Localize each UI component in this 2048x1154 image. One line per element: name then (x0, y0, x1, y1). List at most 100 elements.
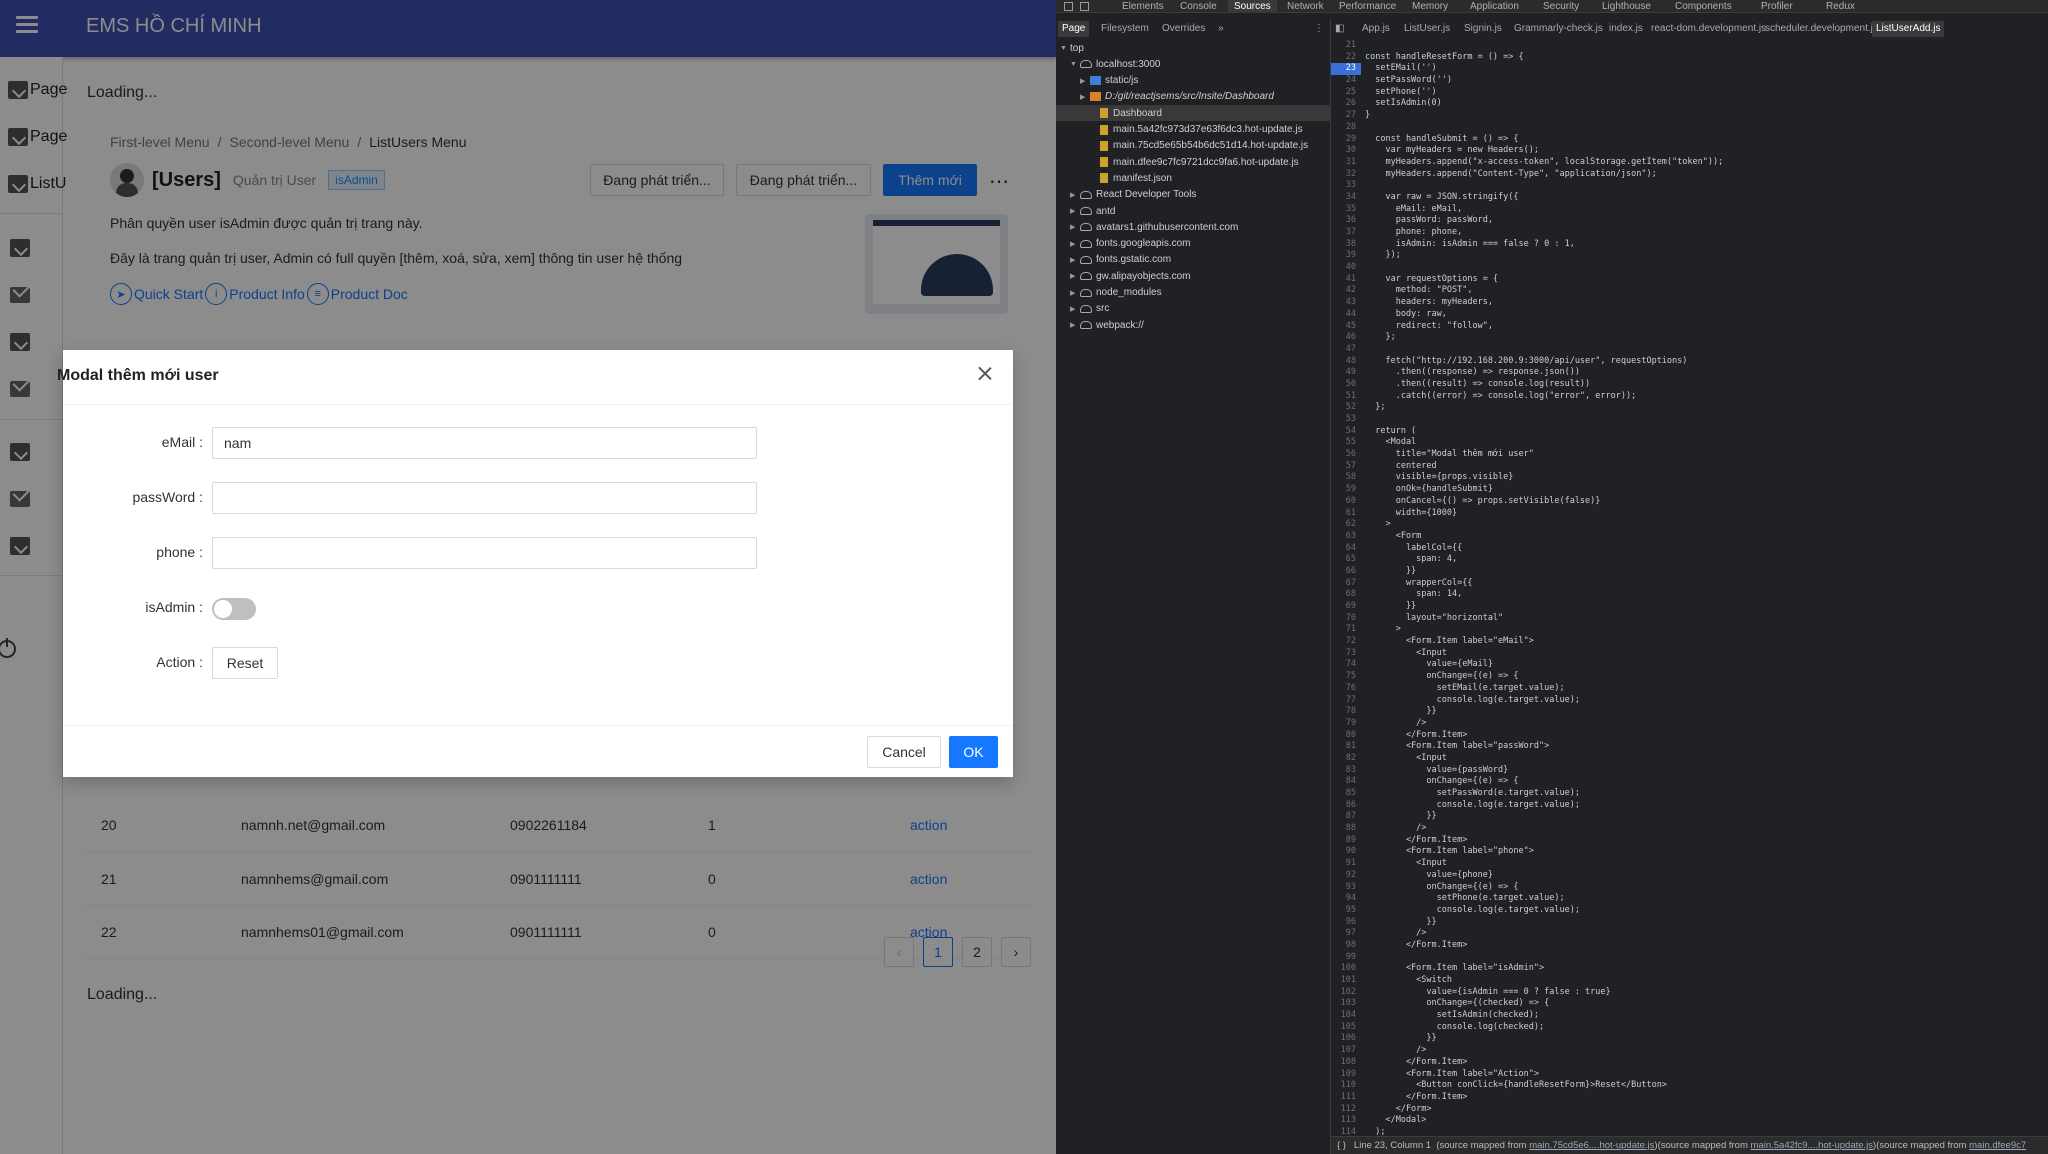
line-number[interactable]: 31 (1331, 157, 1361, 169)
reset-button[interactable]: Reset (212, 647, 278, 679)
nav-tab-page[interactable]: Page (1058, 21, 1090, 37)
line-number[interactable]: 62 (1331, 519, 1361, 531)
password-field[interactable] (212, 482, 757, 514)
cancel-button[interactable]: Cancel (867, 736, 941, 768)
line-number[interactable]: 45 (1331, 321, 1361, 333)
more-tabs-icon[interactable]: » (1218, 21, 1224, 37)
line-number[interactable]: 92 (1331, 870, 1361, 882)
tree-node[interactable]: ▶ gw.alipayobjects.com (1056, 268, 1331, 284)
line-number[interactable]: 68 (1331, 589, 1361, 601)
line-number[interactable]: 76 (1331, 683, 1361, 695)
tree-node[interactable]: ▼ top (1056, 40, 1331, 56)
line-number[interactable]: 91 (1331, 858, 1361, 870)
line-number[interactable]: 48 (1331, 356, 1361, 368)
file-tab[interactable]: Grammarly-check.js (1514, 21, 1603, 37)
nav-tab-filesystem[interactable]: Filesystem (1101, 21, 1149, 37)
line-number[interactable]: 51 (1331, 391, 1361, 403)
file-tab[interactable]: App.js (1362, 21, 1390, 37)
line-number[interactable]: 80 (1331, 730, 1361, 742)
line-number[interactable]: 72 (1331, 636, 1361, 648)
line-number[interactable]: 32 (1331, 169, 1361, 181)
line-number[interactable]: 98 (1331, 940, 1361, 952)
line-number[interactable]: 84 (1331, 776, 1361, 788)
devtools-tab-sources[interactable]: Sources (1228, 0, 1277, 13)
tree-node[interactable]: ▶ antd (1056, 203, 1331, 219)
tree-node[interactable]: Dashboard (1056, 105, 1331, 122)
devtools-tab-lighthouse[interactable]: Lighthouse (1602, 0, 1651, 13)
line-number[interactable]: 46 (1331, 332, 1361, 344)
line-number[interactable]: 65 (1331, 554, 1361, 566)
line-number[interactable]: 59 (1331, 484, 1361, 496)
line-number[interactable]: 58 (1331, 472, 1361, 484)
line-number[interactable]: 53 (1331, 414, 1361, 426)
line-number[interactable]: 81 (1331, 741, 1361, 753)
tree-node[interactable]: ▶ src (1056, 301, 1331, 317)
line-number[interactable]: 30 (1331, 145, 1361, 157)
devtools-tab-elements[interactable]: Elements (1122, 0, 1164, 13)
line-number[interactable]: 83 (1331, 765, 1361, 777)
line-number[interactable]: 40 (1331, 262, 1361, 274)
line-number[interactable]: 47 (1331, 344, 1361, 356)
file-tab[interactable]: ListUser.js (1404, 21, 1450, 37)
line-number[interactable]: 67 (1331, 578, 1361, 590)
tree-node[interactable]: manifest.json (1056, 170, 1331, 186)
line-number[interactable]: 93 (1331, 882, 1361, 894)
line-number[interactable]: 23 (1331, 63, 1361, 76)
line-number[interactable]: 52 (1331, 402, 1361, 414)
tree-node[interactable]: ▼ localhost:3000 (1056, 56, 1331, 72)
line-number[interactable]: 66 (1331, 566, 1361, 578)
line-number[interactable]: 103 (1331, 998, 1361, 1010)
line-number[interactable]: 61 (1331, 508, 1361, 520)
line-number[interactable]: 71 (1331, 624, 1361, 636)
line-number[interactable]: 50 (1331, 379, 1361, 391)
line-number[interactable]: 79 (1331, 718, 1361, 730)
line-number[interactable]: 85 (1331, 788, 1361, 800)
line-number[interactable]: 22 (1331, 52, 1361, 64)
tree-node[interactable]: ▶ fonts.googleapis.com (1056, 236, 1331, 252)
line-number[interactable]: 78 (1331, 706, 1361, 718)
devtools-tab-performance[interactable]: Performance (1339, 0, 1396, 13)
line-number[interactable]: 113 (1331, 1115, 1361, 1127)
line-number[interactable]: 55 (1331, 437, 1361, 449)
tree-node[interactable]: ▶ node_modules (1056, 285, 1331, 301)
line-number[interactable]: 73 (1331, 648, 1361, 660)
line-number[interactable]: 77 (1331, 695, 1361, 707)
line-number[interactable]: 33 (1331, 180, 1361, 192)
isadmin-switch[interactable] (212, 598, 256, 620)
line-number[interactable]: 75 (1331, 671, 1361, 683)
line-number[interactable]: 109 (1331, 1069, 1361, 1081)
line-number[interactable]: 57 (1331, 461, 1361, 473)
devtools-tab-network[interactable]: Network (1287, 0, 1324, 13)
kebab-menu-icon[interactable]: ⋮ (1314, 21, 1324, 37)
line-number[interactable]: 41 (1331, 274, 1361, 286)
devtools-tab-redux[interactable]: Redux (1826, 0, 1855, 13)
line-number[interactable]: 86 (1331, 800, 1361, 812)
tree-node[interactable]: ▶ fonts.gstatic.com (1056, 252, 1331, 268)
line-number[interactable]: 63 (1331, 531, 1361, 543)
line-number[interactable]: 88 (1331, 823, 1361, 835)
line-number[interactable]: 26 (1331, 98, 1361, 110)
line-number[interactable]: 106 (1331, 1033, 1361, 1045)
line-number[interactable]: 74 (1331, 659, 1361, 671)
line-number[interactable]: 25 (1331, 87, 1361, 99)
devtools-tab-components[interactable]: Components (1675, 0, 1732, 13)
line-number[interactable]: 34 (1331, 192, 1361, 204)
line-number[interactable]: 28 (1331, 122, 1361, 134)
line-number[interactable]: 89 (1331, 835, 1361, 847)
devtools-tab-memory[interactable]: Memory (1412, 0, 1448, 13)
line-number[interactable]: 95 (1331, 905, 1361, 917)
line-number[interactable]: 110 (1331, 1080, 1361, 1092)
tree-node[interactable]: ▶ React Developer Tools (1056, 187, 1331, 203)
line-number[interactable]: 104 (1331, 1010, 1361, 1022)
line-number[interactable]: 97 (1331, 928, 1361, 940)
devtools-tab-console[interactable]: Console (1180, 0, 1217, 13)
tree-node[interactable]: main.75cd5e65b54b6dc51d14.hot-update.js (1056, 138, 1331, 154)
inspect-icon[interactable] (1064, 2, 1073, 11)
line-number[interactable]: 60 (1331, 496, 1361, 508)
tree-node[interactable]: ▶ webpack:// (1056, 317, 1331, 333)
tree-node[interactable]: ▶ D:/git/reactjsems/src/Insite/Dashboard (1056, 89, 1331, 105)
line-number[interactable]: 24 (1331, 75, 1361, 87)
sidebar-toggle-icon[interactable]: ◧ (1335, 21, 1344, 37)
file-tab-active[interactable]: ListUserAdd.js (1872, 21, 1945, 37)
file-tab[interactable]: react-dom.development.js (1651, 21, 1766, 37)
